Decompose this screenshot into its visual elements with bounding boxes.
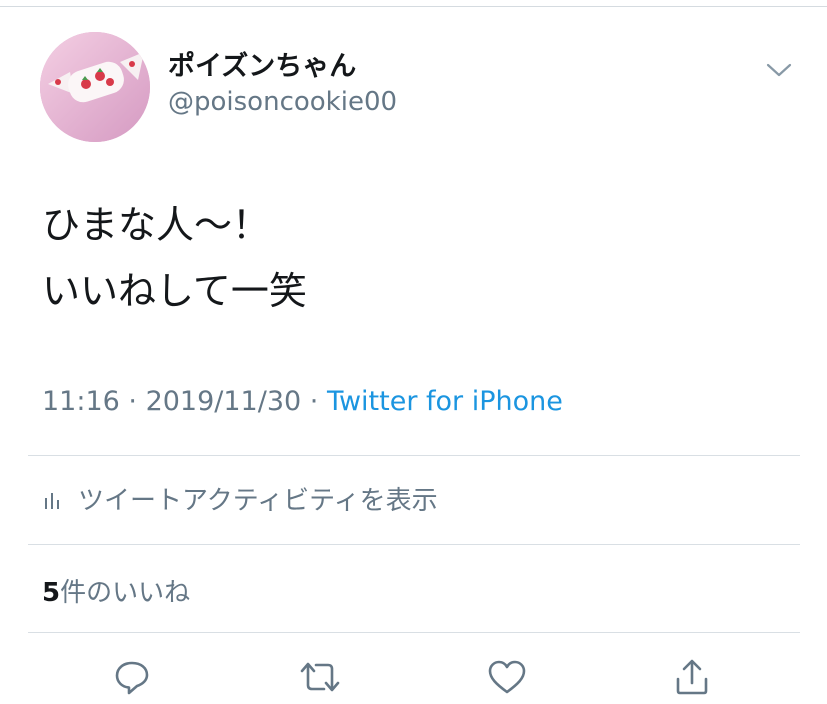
reply-button[interactable] [110, 655, 154, 699]
likes-label: 件のいいね [60, 578, 191, 608]
tweet-source-link[interactable]: Twitter for iPhone [327, 386, 563, 417]
tweet-text: ひまな人〜！ いいねして一笑 [42, 192, 307, 324]
tweet-text-line: いいねして一笑 [42, 269, 307, 313]
divider [28, 544, 800, 545]
likes-link[interactable]: 5件のいいね [42, 572, 190, 609]
top-divider [0, 6, 827, 7]
tweet-activity-link[interactable]: ツイートアクティビティを表示 [42, 480, 438, 517]
avatar[interactable] [40, 32, 150, 142]
meta-separator: · [301, 386, 327, 417]
candy-avatar-image [40, 32, 150, 142]
bar-chart-icon [42, 488, 64, 510]
likes-count: 5 [42, 578, 61, 608]
retweet-button[interactable] [298, 655, 342, 699]
tweet-text-line: ひまな人〜！ [42, 203, 271, 247]
divider [28, 455, 800, 456]
like-button[interactable] [485, 655, 529, 699]
share-button[interactable] [670, 655, 714, 699]
tweet-activity-label: ツイートアクティビティを表示 [78, 486, 438, 516]
tweet-meta: 11:16 · 2019/11/30 · Twitter for iPhone [42, 386, 563, 417]
chevron-down-icon[interactable] [764, 58, 794, 82]
meta-separator: · [119, 386, 146, 417]
display-name[interactable]: ポイズンちゃん [168, 44, 356, 83]
reply-icon [115, 661, 149, 695]
retweet-icon [300, 662, 340, 692]
tweet-time[interactable]: 11:16 [42, 386, 120, 417]
user-handle[interactable]: @poisoncookie00 [168, 87, 397, 117]
share-icon [676, 659, 708, 695]
like-icon [488, 660, 526, 694]
tweet-date[interactable]: 2019/11/30 [146, 386, 302, 417]
divider [28, 632, 800, 633]
